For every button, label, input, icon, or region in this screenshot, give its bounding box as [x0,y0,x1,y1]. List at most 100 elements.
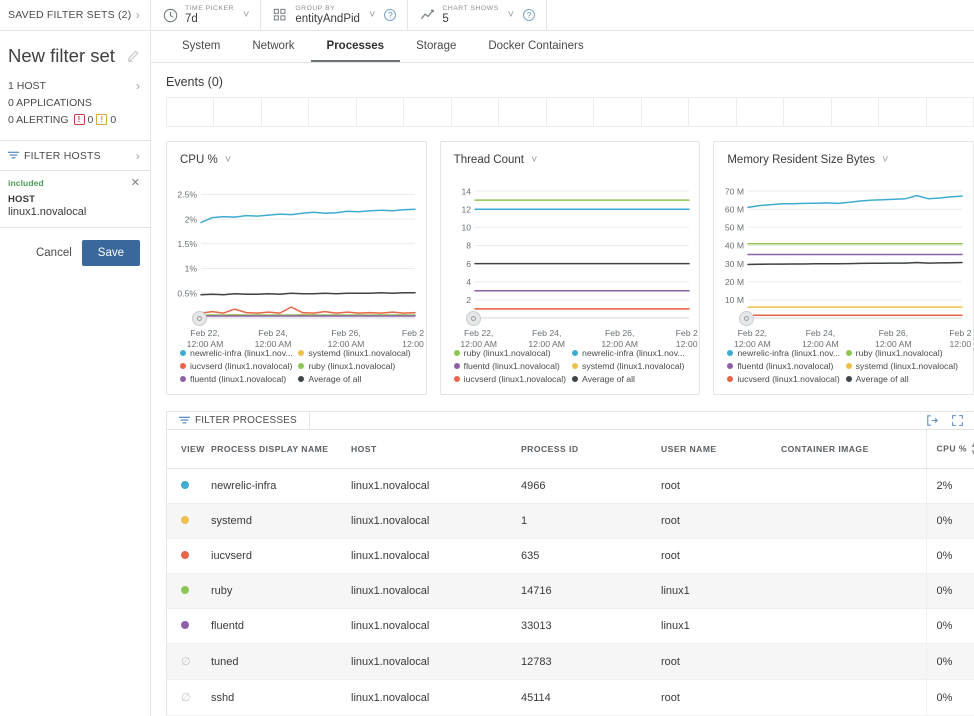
chevron-down-icon[interactable]: ˅ [882,154,888,166]
legend-item[interactable]: fluentd (linux1.novalocal) [727,361,841,371]
chevron-down-icon[interactable]: ˅ [225,154,231,166]
column-header-cpu[interactable]: CPU %▲▼ [925,430,974,469]
cell-view[interactable] [167,573,211,609]
legend-item[interactable]: systemd (linux1.novalocal) [572,361,686,371]
hidden-series-icon[interactable]: ∅ [181,692,191,704]
table-row[interactable]: iucvserd linux1.novalocal 635 root 0% [167,538,974,574]
table-row[interactable]: fluentd linux1.novalocal 33013 linux1 0% [167,608,974,644]
export-icon[interactable] [926,414,939,427]
table-row[interactable]: newrelic-infra linux1.novalocal 4966 root 2% [167,468,974,504]
filter-hosts-label: FILTER HOSTS [24,149,101,162]
event-cell[interactable] [262,98,310,126]
chart-plot[interactable]: 2.5% 2% 1.5% 1% 0.5% [167,176,426,326]
help-icon[interactable]: ? [384,9,397,21]
legend-item[interactable]: ruby (linux1.novalocal) [298,361,412,371]
legend-item[interactable]: Average of all [845,374,960,384]
legend-label: Average of all [308,374,362,384]
save-button[interactable]: Save [81,240,140,266]
content-area: Events (0) CPU % ˅ 2.5% 2% 1.5% 1% 0.5% Feb 22,… [151,63,974,716]
chart-plot[interactable]: 14 12 10 8 6 4 2 [441,176,700,326]
cell-view[interactable] [167,608,211,644]
x-axis-tick: Feb 24, 12:00 AM [528,328,566,349]
help-icon[interactable]: ? [523,9,536,21]
tab-storage[interactable]: Storage [400,31,472,62]
filter-processes-button[interactable]: FILTER PROCESSES [167,412,310,429]
event-cell[interactable] [499,98,547,126]
legend-item[interactable]: newrelic-infra (linux1.nov... [180,348,294,358]
legend-item[interactable]: newrelic-infra (linux1.nov... [572,348,686,358]
sidebar-stat-hosts[interactable]: 1 HOST › [0,77,150,94]
legend-item[interactable]: ruby (linux1.novalocal) [845,348,960,358]
chart-shows-control[interactable]: CHART SHOWS 5 ˅ ? [408,0,548,30]
event-cell[interactable] [404,98,452,126]
legend-item[interactable]: Average of all [572,374,686,384]
event-cell[interactable] [357,98,405,126]
column-header-container-image[interactable]: CONTAINER IMAGE [781,430,926,469]
table-row[interactable]: ∅ tuned linux1.novalocal 12783 root 0% [167,643,974,680]
event-cell[interactable] [167,98,215,126]
cell-view[interactable] [167,538,211,574]
event-cell[interactable] [642,98,690,126]
legend-item[interactable]: fluentd (linux1.novalocal) [180,374,294,384]
legend-item[interactable]: iucvserd (linux1.novalocal) [453,374,568,384]
legend-item[interactable]: fluentd (linux1.novalocal) [453,361,568,371]
expand-icon[interactable] [951,414,964,427]
event-cell[interactable] [689,98,737,126]
tab-system[interactable]: System [166,31,236,62]
legend-item[interactable]: iucvserd (linux1.novalocal) [727,374,841,384]
column-header-host[interactable]: HOST [351,430,521,469]
chart-range-handle[interactable] [465,311,481,326]
cancel-button[interactable]: Cancel [36,247,72,259]
event-cell[interactable] [832,98,880,126]
events-timeline[interactable] [166,97,974,127]
cell-user-name: root [661,643,781,680]
event-cell[interactable] [879,98,927,126]
critical-alert-icon: ! [73,114,85,125]
cell-view[interactable] [167,503,211,539]
close-icon[interactable]: ✕ [131,178,140,189]
chart-range-handle[interactable] [192,311,207,326]
chevron-down-icon[interactable]: ˅ [531,154,537,166]
legend-item[interactable]: iucvserd (linux1.novalocal) [180,361,294,371]
event-cell[interactable] [927,98,974,126]
chart-shows-caption: CHART SHOWS [442,4,499,12]
chart-plot[interactable]: 70 M 60 M 50 M 40 M 30 M 20 M 10 M [714,176,973,326]
filter-hosts-header[interactable]: FILTER HOSTS › [0,141,150,171]
event-cell[interactable] [737,98,785,126]
column-header-process-id[interactable]: PROCESS ID [521,430,661,469]
tab-docker-containers[interactable]: Docker Containers [472,31,599,62]
legend-color-dot [845,363,852,369]
saved-filter-sets-header[interactable]: SAVED FILTER SETS (2) › [0,0,150,31]
table-row[interactable]: ruby linux1.novalocal 14716 linux1 0% [167,573,974,609]
table-row[interactable]: ∅ sshd linux1.novalocal 45114 root 0% [167,679,974,716]
legend-item[interactable]: systemd (linux1.novalocal) [298,348,412,358]
event-cell[interactable] [594,98,642,126]
time-picker-control[interactable]: TIME PICKER 7d ˅ [151,0,262,30]
legend-item[interactable]: newrelic-infra (linux1.nov... [727,348,841,358]
cell-view[interactable]: ∅ [167,679,211,716]
legend-item[interactable]: systemd (linux1.novalocal) [845,361,960,371]
event-cell[interactable] [309,98,357,126]
chevron-down-icon[interactable]: ˅ [508,9,514,21]
tab-processes[interactable]: Processes [310,31,401,62]
cell-cpu: 0% [925,538,974,574]
event-cell[interactable] [547,98,595,126]
column-header-user-name[interactable]: USER NAME [661,430,781,469]
chevron-down-icon[interactable]: ˅ [369,9,375,21]
tab-network[interactable]: Network [236,31,310,62]
chevron-down-icon[interactable]: ˅ [243,9,249,21]
svg-text:60 M: 60 M [725,204,744,214]
event-cell[interactable] [784,98,832,126]
group-by-control[interactable]: GROUP BY entityAndPid ˅ ? [261,0,409,30]
legend-item[interactable]: Average of all [298,374,412,384]
event-cell[interactable] [452,98,500,126]
cell-view[interactable] [167,468,211,504]
table-row[interactable]: systemd linux1.novalocal 1 root 0% [167,503,974,539]
column-header-process-display-name[interactable]: PROCESS DISPLAY NAME [211,430,351,469]
hidden-series-icon[interactable]: ∅ [181,656,191,668]
column-header-view[interactable]: VIEW [167,430,211,469]
legend-item[interactable]: ruby (linux1.novalocal) [453,348,568,358]
cell-view[interactable]: ∅ [167,643,211,680]
pencil-icon[interactable] [126,49,140,63]
event-cell[interactable] [214,98,262,126]
